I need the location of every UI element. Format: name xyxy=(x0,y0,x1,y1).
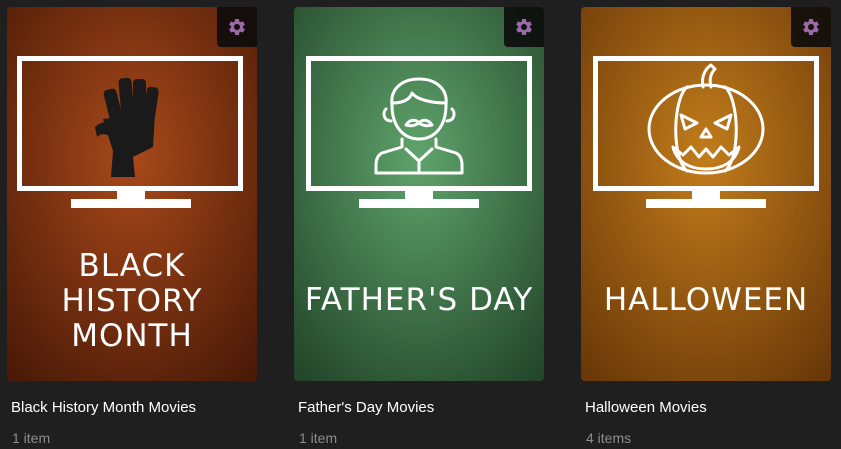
collection-settings-button[interactable] xyxy=(217,7,257,47)
collection-poster[interactable]: HALLOWEEN xyxy=(581,7,831,381)
collection-poster[interactable]: BLACK HISTORY MONTH xyxy=(7,7,257,381)
collection-title[interactable]: Black History Month Movies xyxy=(11,399,196,416)
collection-item-count: 1 item xyxy=(299,430,338,446)
collection-title[interactable]: Father's Day Movies xyxy=(298,399,434,416)
poster-title-line-1: FATHER'S DAY xyxy=(304,282,534,318)
collection-item-count: 1 item xyxy=(12,430,51,446)
collection-settings-button[interactable] xyxy=(504,7,544,47)
gear-icon xyxy=(229,19,245,35)
collection-card-black-history-month[interactable]: BLACK HISTORY MONTH Black History Month … xyxy=(7,7,257,449)
collection-item-count: 4 items xyxy=(586,430,632,446)
poster-artwork xyxy=(294,7,544,381)
collection-poster[interactable]: FATHER'S DAY xyxy=(294,7,544,381)
poster-title-line-1: BLACK xyxy=(78,248,186,284)
gear-icon xyxy=(516,19,532,35)
collection-title[interactable]: Halloween Movies xyxy=(585,399,707,416)
collection-settings-button[interactable] xyxy=(791,7,831,47)
poster-artwork xyxy=(581,7,831,381)
collections-grid: BLACK HISTORY MONTH Black History Month … xyxy=(0,0,841,449)
collection-card-fathers-day[interactable]: FATHER'S DAY Father's Day Movies 1 item xyxy=(294,7,544,449)
poster-title-line-1: HALLOWEEN xyxy=(603,282,809,318)
poster-title-line-3: MONTH xyxy=(71,318,193,354)
collection-card-halloween[interactable]: HALLOWEEN Halloween Movies 4 items xyxy=(581,7,831,449)
poster-title-line-2: HISTORY xyxy=(61,283,203,319)
gear-icon xyxy=(803,19,819,35)
